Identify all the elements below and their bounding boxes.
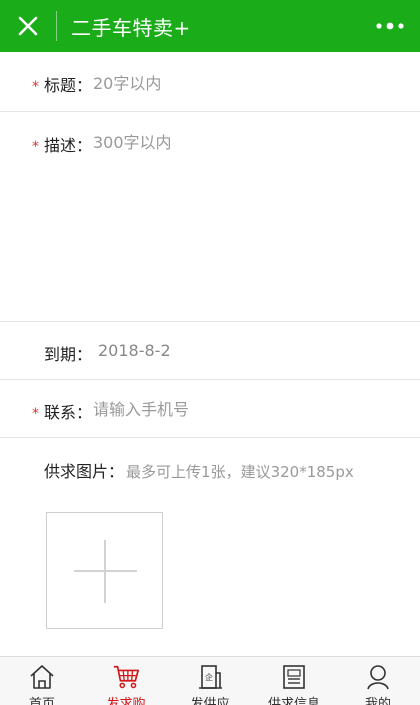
description-label: 描述 [44, 136, 77, 155]
home-icon [28, 663, 56, 691]
contact-colon: ： [76, 403, 93, 422]
pictures-section: 供求图片 ： 最多可上传1张，建议320*185px [0, 438, 420, 656]
header-bar: 二手车特卖+ [0, 0, 420, 52]
tab-supply-demand-info-label: 供求信息 [267, 697, 320, 705]
close-icon [18, 16, 38, 36]
title-label: 标题 [44, 76, 77, 95]
plus-icon-vertical [104, 540, 106, 603]
more-icon [376, 22, 404, 30]
description-textarea[interactable] [93, 131, 393, 301]
news-icon [280, 663, 308, 691]
description-label-group: * 描述 ： [32, 132, 92, 156]
phone-input[interactable] [93, 397, 393, 421]
contact-row: * 联系 ： [0, 380, 420, 438]
title-input[interactable] [93, 71, 393, 95]
tab-post-supply-label: 发供应 [190, 697, 230, 705]
pictures-label-group: 供求图片 ： 最多可上传1张，建议320*185px [32, 458, 354, 482]
description-colon: ： [76, 136, 93, 155]
expire-label-group: 到期 ： [32, 341, 92, 365]
cart-icon [112, 663, 140, 691]
title-label-group: * 标题 ： [32, 72, 92, 96]
tab-home-label: 首页 [28, 697, 55, 705]
page-title: 二手车特卖+ [71, 15, 191, 40]
pictures-hint: 最多可上传1张，建议320*185px [126, 463, 354, 481]
image-upload-button[interactable] [46, 512, 163, 629]
contact-label-group: * 联系 ： [32, 399, 92, 423]
title-row: * 标题 ： [0, 52, 420, 112]
expire-label: 到期 [44, 345, 77, 364]
expire-date-picker[interactable]: 2018-8-2 [98, 341, 171, 360]
app: 二手车特卖+ * 标题 ： * 描述 ： 到期 ： [0, 0, 420, 705]
required-mark: * [32, 79, 39, 95]
bottom-tab-bar: 首页 发求购 企 发供应 供求信息 我的 [0, 656, 420, 705]
pictures-label: 供求图片 [44, 462, 109, 481]
title-colon: ： [76, 76, 93, 95]
required-mark: * [32, 406, 39, 422]
tab-post-supply[interactable]: 企 发供应 [168, 657, 252, 705]
svg-text:企: 企 [205, 672, 213, 682]
tab-mine[interactable]: 我的 [336, 657, 420, 705]
expire-row: 到期 ： 2018-8-2 [0, 322, 420, 380]
contact-label: 联系 [44, 403, 77, 422]
close-button[interactable] [0, 0, 56, 52]
tab-home[interactable]: 首页 [0, 657, 84, 705]
pictures-colon: ： [108, 462, 125, 481]
tab-mine-label: 我的 [364, 697, 391, 705]
tab-post-buy[interactable]: 发求购 [84, 657, 168, 705]
more-button[interactable] [360, 0, 420, 52]
tab-post-buy-label: 发求购 [106, 697, 146, 705]
building-icon: 企 [196, 663, 224, 691]
required-mark: * [32, 139, 39, 155]
header-divider [56, 11, 57, 41]
expire-colon: ： [76, 345, 93, 364]
description-row: * 描述 ： [0, 112, 420, 322]
tab-supply-demand-info[interactable]: 供求信息 [252, 657, 336, 705]
user-icon [364, 663, 392, 691]
